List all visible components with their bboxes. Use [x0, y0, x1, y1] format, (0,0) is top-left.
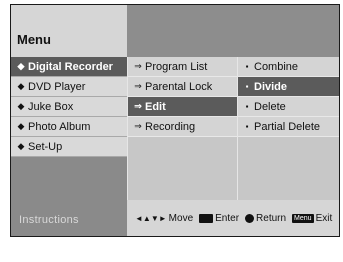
- arrow-right-icon: ⇒: [134, 101, 142, 111]
- disc-icon: ◆: [17, 121, 25, 131]
- main-menu-item-juke-box[interactable]: ◆ Juke Box: [11, 97, 127, 117]
- main-menu-item-set-up[interactable]: ◆ Set-Up: [11, 137, 127, 157]
- edit-option-combine[interactable]: ▪ Combine: [238, 57, 339, 77]
- enter-label: Enter: [215, 213, 240, 224]
- disc-icon: ◆: [17, 81, 25, 91]
- main-menu-item-label: Set-Up: [28, 140, 63, 153]
- submenu-item-label: Parental Lock: [145, 80, 213, 93]
- main-menu-item-label: DVD Player: [28, 80, 86, 93]
- instructions-label: Instructions: [19, 214, 79, 226]
- footer: Instructions ◄▲▼► Move Enter Return Menu: [11, 200, 339, 236]
- move-label: Move: [168, 213, 194, 224]
- main-menu: ◆ Digital Recorder ◆ DVD Player ◆ Juke B…: [11, 57, 127, 200]
- main-menu-item-dvd-player[interactable]: ◆ DVD Player: [11, 77, 127, 97]
- submenu-item-parental-lock[interactable]: ⇒ Parental Lock: [128, 77, 237, 97]
- disc-icon: ◆: [17, 101, 25, 111]
- instructions-panel: Instructions: [11, 200, 127, 236]
- menu-frame: Menu ◆ Digital Recorder ◆ DVD Player ◆ J…: [10, 4, 340, 237]
- menu-title: Menu: [17, 32, 51, 47]
- key-guide: ◄▲▼► Move Enter Return Menu Exit: [127, 200, 339, 236]
- disc-icon: ◆: [17, 61, 25, 71]
- submenu-item-edit[interactable]: ⇒ Edit: [128, 97, 237, 117]
- return-label: Return: [256, 213, 287, 224]
- edit-option-delete[interactable]: ▪ Delete: [238, 97, 339, 117]
- main-menu-item-label: Digital Recorder: [28, 60, 113, 73]
- exit-label: Exit: [315, 213, 333, 224]
- edit-option-divide[interactable]: ▪ Divide: [238, 77, 339, 97]
- exit-key-hint: Menu Exit: [292, 213, 332, 224]
- bullet-icon: ▪: [245, 102, 249, 111]
- header-left: Menu: [11, 5, 127, 57]
- main-menu-item-label: Photo Album: [28, 120, 91, 133]
- submenu-item-label: Program List: [145, 60, 208, 73]
- main-menu-item-label: Juke Box: [28, 100, 74, 113]
- enter-key-hint: Enter: [199, 213, 239, 224]
- move-arrows-icon: ◄▲▼►: [135, 214, 167, 223]
- submenu-item-label: Edit: [145, 100, 166, 113]
- edit-option-label: Delete: [254, 100, 286, 113]
- edit-option-partial-delete[interactable]: ▪ Partial Delete: [238, 117, 339, 137]
- menu-key-icon: Menu: [292, 214, 314, 223]
- enter-key-icon: [199, 214, 214, 223]
- bullet-icon: ▪: [245, 82, 249, 91]
- submenu: ⇒ Program List ⇒ Parental Lock ⇒ Edit ⇒ …: [127, 57, 237, 200]
- bullet-icon: ▪: [245, 62, 249, 71]
- main-menu-item-digital-recorder[interactable]: ◆ Digital Recorder: [11, 57, 127, 77]
- main-menu-item-photo-album[interactable]: ◆ Photo Album: [11, 117, 127, 137]
- move-key-hint: ◄▲▼► Move: [135, 213, 193, 224]
- header-right: [127, 5, 339, 57]
- edit-option-label: Combine: [254, 60, 299, 73]
- return-key-hint: Return: [245, 213, 286, 224]
- arrow-right-icon: ⇒: [134, 81, 142, 91]
- edit-option-label: Divide: [254, 80, 288, 93]
- return-key-icon: [245, 214, 255, 223]
- screen: Menu ◆ Digital Recorder ◆ DVD Player ◆ J…: [0, 0, 343, 262]
- edit-option-label: Partial Delete: [254, 120, 321, 133]
- arrow-right-icon: ⇒: [134, 121, 142, 131]
- submenu-item-program-list[interactable]: ⇒ Program List: [128, 57, 237, 77]
- arrow-right-icon: ⇒: [134, 61, 142, 71]
- edit-options: ▪ Combine ▪ Divide ▪ Delete ▪ Partial De…: [237, 57, 339, 200]
- submenu-item-recording[interactable]: ⇒ Recording: [128, 117, 237, 137]
- bullet-icon: ▪: [245, 122, 249, 131]
- submenu-item-label: Recording: [145, 120, 196, 133]
- disc-icon: ◆: [17, 141, 25, 151]
